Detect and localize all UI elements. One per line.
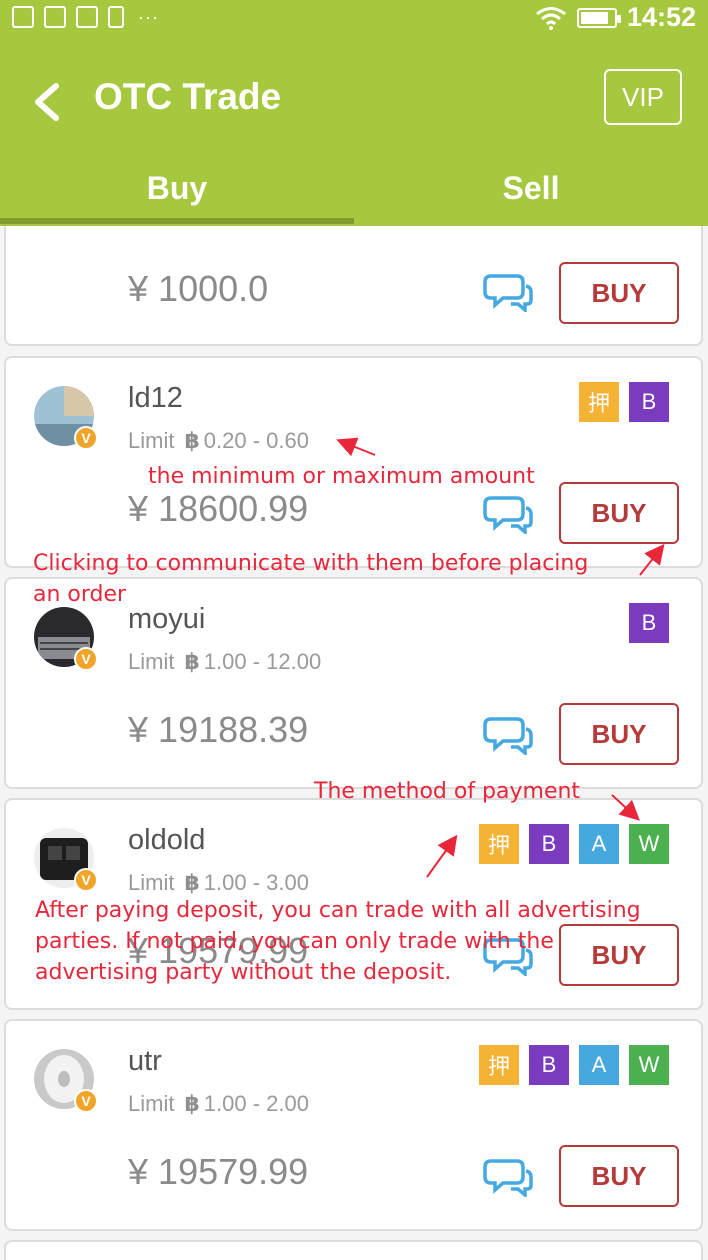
price-value: 1000.0: [158, 268, 269, 309]
app-header: OTC Trade VIP Buy Sell: [0, 42, 708, 226]
bank-badge-icon: B: [629, 382, 669, 422]
payment-badges: 押 B A W: [479, 1045, 669, 1085]
bitcoin-icon: ฿: [184, 649, 200, 674]
list-item: V utr Limit ฿ 1.00 - 2.00 押 B A W ¥ 19579.…: [4, 1019, 703, 1231]
buy-button[interactable]: BUY: [559, 1145, 679, 1207]
deposit-badge-icon: 押: [479, 1045, 519, 1085]
wechat-badge-icon: W: [629, 1045, 669, 1085]
bitcoin-icon: ฿: [184, 870, 200, 895]
bank-badge-icon: B: [529, 824, 569, 864]
listing-list[interactable]: ¥ 1000.0 BUY V ld12 Limit ฿ 0.20 - 0.60 押 …: [0, 226, 708, 1260]
verified-badge-icon: V: [74, 1089, 98, 1113]
price-value: 18600.99: [158, 488, 309, 529]
limit-label: Limit: [128, 428, 175, 453]
wifi-icon: [536, 6, 566, 30]
bank-badge-icon: B: [629, 603, 669, 643]
currency-symbol: ¥: [128, 268, 149, 309]
alipay-badge-icon: A: [579, 1045, 619, 1085]
trade-limit: Limit ฿ 1.00 - 2.00: [128, 1091, 309, 1117]
limit-label: Limit: [128, 870, 175, 895]
sim-card-icon: [108, 6, 124, 28]
limit-range: 1.00 - 2.00: [203, 1091, 309, 1116]
deposit-badge-icon: 押: [579, 382, 619, 422]
trade-limit: Limit ฿ 1.00 - 12.00: [128, 649, 321, 675]
tab-buy[interactable]: Buy: [0, 166, 354, 226]
username: oldold: [128, 824, 206, 856]
username: moyui: [128, 603, 206, 635]
currency-symbol: ¥: [128, 488, 149, 529]
buy-button[interactable]: BUY: [559, 482, 679, 544]
verified-badge-icon: V: [74, 868, 98, 892]
price-value: 19579.99: [158, 1151, 309, 1192]
tab-sell[interactable]: Sell: [354, 166, 708, 226]
limit-range: 0.20 - 0.60: [203, 428, 309, 453]
annotation-min-max: the minimum or maximum amount: [148, 464, 535, 489]
annotation-deposit-1: After paying deposit, you can trade with…: [35, 898, 641, 923]
bank-badge-icon: B: [529, 1045, 569, 1085]
limit-range: 1.00 - 12.00: [203, 649, 322, 674]
vip-button[interactable]: VIP: [604, 69, 682, 125]
buy-button[interactable]: BUY: [559, 924, 679, 986]
annotation-communicate-1: Clicking to communicate with them before…: [33, 551, 589, 576]
payment-badges: 押 B A W: [479, 824, 669, 864]
limit-label: Limit: [128, 649, 175, 674]
buy-button[interactable]: BUY: [559, 703, 679, 765]
deposit-badge-icon: 押: [479, 824, 519, 864]
chat-icon[interactable]: [483, 494, 533, 534]
chat-icon[interactable]: [483, 715, 533, 755]
annotation-deposit-2: parties. If not paid, you can only trade…: [35, 929, 554, 954]
buy-button[interactable]: BUY: [559, 262, 679, 324]
trade-limit: Limit ฿ 0.20 - 0.60: [128, 428, 309, 454]
wechat-badge-icon: W: [629, 824, 669, 864]
annotation-deposit-3: advertising party without the deposit.: [35, 960, 452, 985]
price: ¥ 18600.99: [128, 488, 308, 530]
clock: 14:52: [626, 2, 696, 32]
verified-badge-icon: V: [74, 647, 98, 671]
verified-badge-icon: V: [74, 426, 98, 450]
price: ¥ 19188.39: [128, 709, 308, 751]
active-tab-indicator: [0, 218, 354, 224]
limit-range: 1.00 - 3.00: [203, 870, 309, 895]
chat-icon[interactable]: [483, 272, 533, 312]
annotation-communicate-2: an order: [33, 582, 127, 607]
price-value: 19188.39: [158, 709, 309, 750]
image-notification-icon: [76, 6, 98, 28]
battery-icon: [576, 7, 621, 28]
more-notifications-indicator: ···: [138, 6, 159, 27]
trade-limit: Limit ฿ 1.00 - 3.00: [128, 870, 309, 896]
username: ld12: [128, 382, 183, 414]
alipay-badge-icon: A: [579, 824, 619, 864]
app-notification-icon: [44, 6, 66, 28]
payment-badges: 押 B: [579, 382, 669, 422]
list-item: ¥ 1000.0 BUY: [4, 226, 703, 346]
chat-icon[interactable]: [483, 1157, 533, 1197]
gallery-notification-icon: [12, 6, 34, 28]
list-item: [4, 1240, 703, 1260]
status-bar: ··· 14:52: [0, 0, 708, 42]
bitcoin-icon: ฿: [184, 1091, 200, 1116]
annotation-payment-method: The method of payment: [314, 779, 581, 804]
currency-symbol: ¥: [128, 1151, 149, 1192]
username: utr: [128, 1045, 162, 1077]
bitcoin-icon: ฿: [184, 428, 200, 453]
limit-label: Limit: [128, 1091, 175, 1116]
price: ¥ 19579.99: [128, 1151, 308, 1193]
currency-symbol: ¥: [128, 709, 149, 750]
payment-badges: B: [629, 603, 669, 643]
chevron-left-icon[interactable]: [28, 78, 68, 126]
page-title: OTC Trade: [94, 76, 282, 117]
price: ¥ 1000.0: [128, 268, 268, 310]
